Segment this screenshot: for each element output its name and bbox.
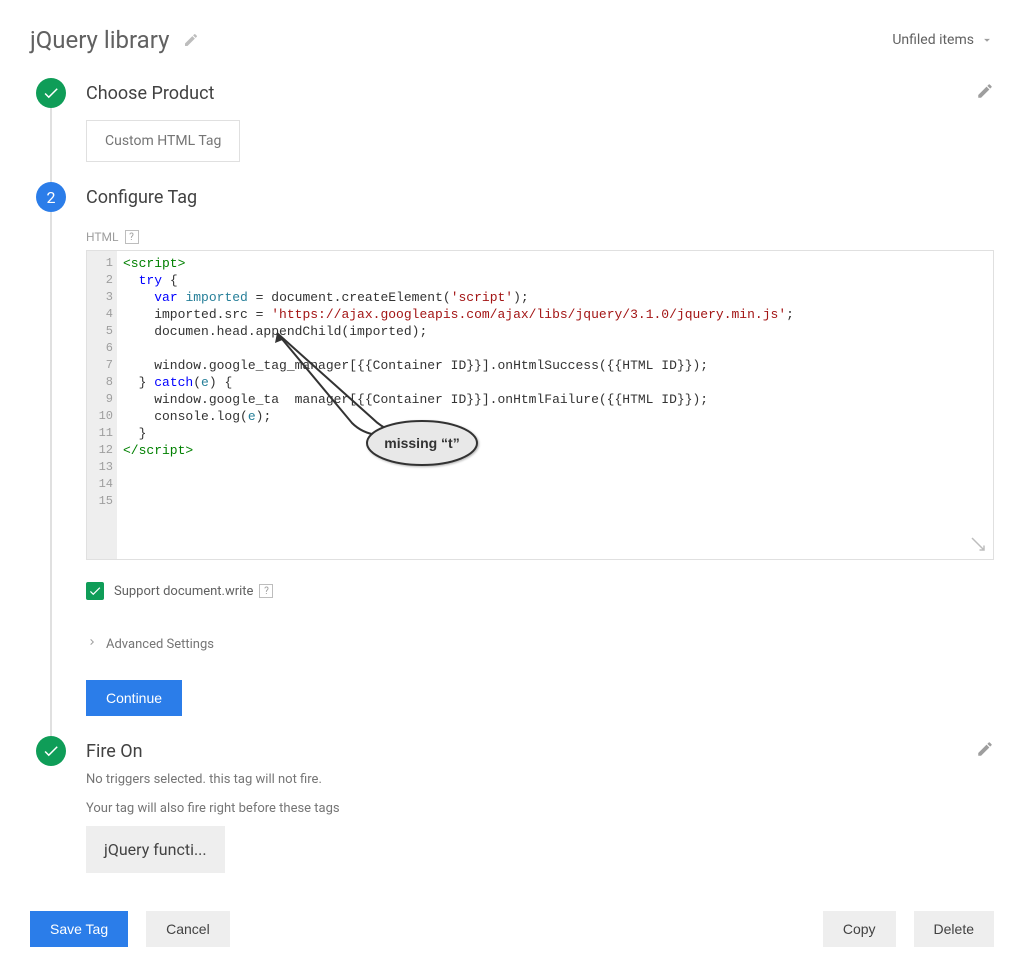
step1-edit-pencil-icon[interactable]: [976, 82, 994, 100]
step3-title: Fire On: [86, 741, 143, 762]
support-docwrite-checkbox[interactable]: [86, 582, 104, 600]
advanced-settings-toggle[interactable]: Advanced Settings: [86, 636, 994, 652]
help-icon[interactable]: ?: [259, 584, 273, 598]
cancel-button[interactable]: Cancel: [146, 911, 230, 947]
folder-label: Unfiled items: [892, 32, 974, 48]
folder-dropdown[interactable]: Unfiled items: [892, 32, 994, 48]
chevron-right-icon: [86, 636, 98, 652]
continue-button[interactable]: Continue: [86, 680, 182, 716]
copy-button[interactable]: Copy: [823, 911, 896, 947]
step3-badge-check-icon: [36, 736, 66, 766]
html-field-label: HTML: [86, 230, 119, 244]
resize-handle-icon[interactable]: [969, 535, 987, 553]
fire-tag-chip[interactable]: jQuery functi...: [86, 826, 225, 873]
edit-title-pencil-icon[interactable]: [183, 32, 199, 48]
step2-badge: 2: [36, 182, 66, 212]
step1-badge-check-icon: [36, 78, 66, 108]
editor-code[interactable]: <script> try { var imported = document.c…: [117, 251, 993, 559]
product-chip[interactable]: Custom HTML Tag: [86, 120, 240, 162]
step1-title: Choose Product: [86, 83, 214, 104]
support-docwrite-label: Support document.write: [114, 584, 253, 599]
fire-subtext-2: Your tag will also fire right before the…: [86, 801, 994, 816]
fire-subtext-1: No triggers selected. this tag will not …: [86, 772, 994, 787]
save-tag-button[interactable]: Save Tag: [30, 911, 128, 947]
advanced-settings-label: Advanced Settings: [106, 637, 214, 652]
help-icon[interactable]: ?: [125, 230, 139, 244]
step3-edit-pencil-icon[interactable]: [976, 740, 994, 758]
editor-gutter: 123456789101112131415: [87, 251, 117, 559]
page-title: jQuery library: [30, 26, 169, 54]
delete-button[interactable]: Delete: [914, 911, 994, 947]
step2-title: Configure Tag: [86, 187, 197, 208]
chevron-down-icon: [980, 33, 994, 47]
html-editor[interactable]: 123456789101112131415 <script> try { var…: [86, 250, 994, 560]
